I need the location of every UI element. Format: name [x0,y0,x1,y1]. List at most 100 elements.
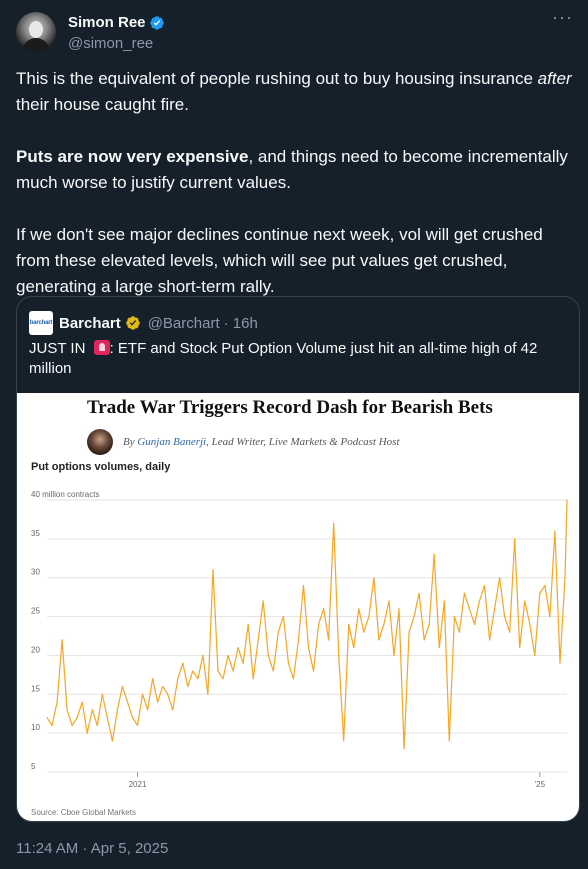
quoted-author-handle[interactable]: @Barchart [148,315,220,332]
chart-title: Put options volumes, daily [31,461,171,473]
barchart-logo[interactable]: barchart [29,311,53,335]
data-point [438,647,440,649]
data-point [197,678,199,680]
data-point [368,615,370,618]
quoted-tweet-image[interactable]: Trade War Triggers Record Dash for Beari… [17,393,579,821]
data-point [267,654,269,657]
author-photo [87,429,113,455]
tweet-header: Simon Ree @simon_ree ··· [16,8,572,56]
data-point [172,709,174,711]
verified-badge-icon [149,15,164,30]
quoted-author-name[interactable]: Barchart [59,315,121,332]
quoted-tweet-text: JUST IN : ETF and Stock Put Option Volum… [29,339,559,379]
y-tick-label: 20 [31,645,40,654]
data-point [322,608,325,610]
data-point [106,717,108,719]
byline-prefix: By [123,436,138,448]
data-point [272,670,274,672]
data-point [383,623,385,625]
data-point [353,647,355,649]
data-point [448,740,450,742]
data-point [312,670,315,672]
quoted-tweet-time[interactable]: · 16h [224,315,258,332]
data-point [534,654,536,657]
tweet-paragraph-1: This is the equivalent of people rushing… [16,66,572,118]
data-point [101,693,103,695]
x-tick-label: '25 [535,780,546,789]
data-point [302,584,305,587]
data-point [91,709,93,711]
data-point [126,701,129,703]
data-point [141,693,144,695]
data-point [559,662,561,664]
data-point [453,615,455,618]
data-point [473,623,476,625]
more-options-icon[interactable]: ··· [552,8,572,32]
data-point [418,592,420,594]
data-point [56,701,58,703]
data-point [519,647,521,649]
data-point [343,740,345,742]
data-point [333,522,335,524]
data-point [566,499,568,501]
data-point [192,670,194,672]
data-point [131,717,134,719]
data-point [539,592,541,594]
author-handle[interactable]: @simon_ree [68,35,153,52]
data-point [167,693,169,695]
data-point [307,647,310,649]
put-volume-line [46,499,568,750]
data-point [373,577,375,579]
data-point [157,701,159,703]
data-point [232,670,234,672]
tweet-text-italic: after [537,69,572,88]
data-point [282,615,284,618]
byline-author: Gunjan Banerji [137,436,207,448]
tweet-timestamp[interactable]: 11:24 AM · Apr 5, 2025 [16,840,168,857]
data-point [217,670,219,672]
data-point [252,678,254,680]
data-point [111,740,113,742]
data-point [76,717,78,719]
quoted-text-span: JUST IN [29,340,90,357]
data-point [488,639,491,641]
gold-verified-badge-icon [125,316,140,330]
data-point [182,662,184,664]
data-point [66,709,68,711]
data-point [328,639,330,641]
data-point [212,569,214,571]
data-point [96,724,98,726]
data-point [227,654,229,657]
data-point [463,592,466,594]
author-avatar[interactable] [16,12,56,52]
y-tick-label: 5 [31,762,36,771]
data-point [121,685,124,688]
data-point [499,577,501,579]
data-point [46,717,48,719]
data-point [136,724,139,726]
data-point [433,553,435,555]
data-point [564,577,566,579]
author-display-name[interactable]: Simon Ree [68,14,146,31]
data-point [428,623,430,625]
data-point [71,724,73,726]
tweet-text-span: This is the equivalent of people rushing… [16,69,538,88]
data-point [509,631,511,633]
data-point [408,631,410,633]
data-point [338,654,340,657]
author-name-row[interactable]: Simon Ree [68,14,165,31]
chart-source: Source: Cboe Global Markets [31,808,136,817]
data-point [458,631,460,633]
data-point [493,608,496,610]
data-point [86,732,88,734]
quoted-tweet[interactable]: barchart Barchart @Barchart · 16h JUST I… [16,296,580,822]
data-point [237,647,239,649]
y-tick-label: 30 [31,568,40,577]
data-point [257,639,259,641]
data-point [152,678,154,680]
data-point [483,584,486,587]
data-point [287,662,289,664]
article-byline: By Gunjan Banerji, Lead Writer, Live Mar… [87,429,400,455]
data-point [162,685,164,688]
data-point [378,639,380,641]
